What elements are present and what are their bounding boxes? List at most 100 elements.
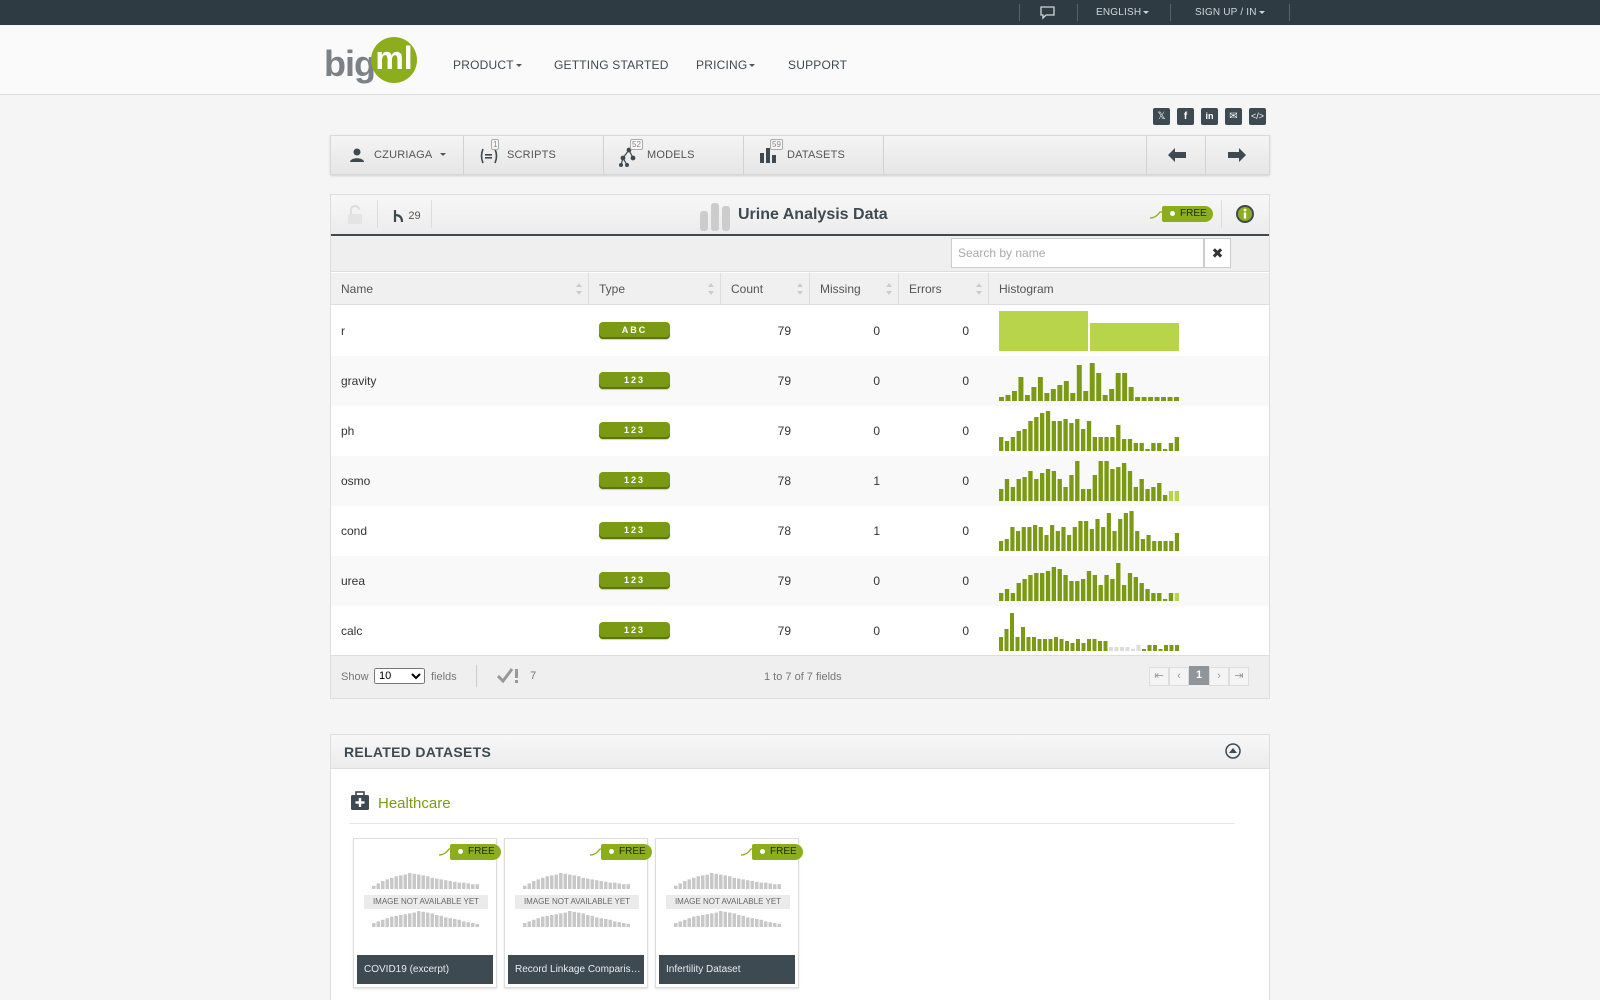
search-row: ✖ [331, 236, 1269, 272]
nav-support[interactable]: SUPPORT [788, 58, 847, 72]
histogram-bar [1140, 539, 1145, 551]
datasets-label: DATASETS [787, 149, 846, 161]
table-row[interactable]: calc 123 79 0 0 [331, 606, 1269, 656]
table-row[interactable]: gravity 123 79 0 0 [331, 356, 1269, 406]
placeholder-bar [746, 917, 750, 927]
placeholder-bar [674, 885, 678, 889]
field-errors: 0 [962, 524, 969, 538]
facebook-icon[interactable]: f [1177, 108, 1194, 125]
column-count-label: Count [731, 282, 764, 296]
x-icon[interactable]: 𝕏 [1153, 108, 1170, 125]
nav-getting-started[interactable]: GETTING STARTED [554, 58, 669, 72]
caret-down-icon [749, 64, 756, 68]
histogram-chart[interactable] [999, 461, 1179, 501]
collapse-icon[interactable] [1225, 743, 1241, 759]
field-count: 79 [777, 424, 791, 438]
histogram-chart[interactable] [999, 411, 1179, 451]
table-row[interactable]: r ABC 79 0 0 [331, 306, 1269, 356]
histogram-bar [1158, 649, 1163, 651]
histogram-chart[interactable] [999, 561, 1179, 601]
column-type[interactable]: Type [589, 273, 721, 305]
related-dataset-card[interactable]: FREE IMAGE NOT AVAILABLE YET Record Linkag… [504, 838, 652, 988]
histogram-bar [1057, 385, 1063, 401]
page-size-select[interactable]: 10 [374, 668, 425, 684]
histogram-bar [1004, 589, 1010, 601]
toolbar-models[interactable]: 52 MODELS [604, 136, 744, 174]
datasets-count: 59 [770, 139, 783, 150]
placeholder-bar [768, 922, 772, 927]
histogram-bar [1063, 419, 1068, 451]
histogram-chart[interactable] [999, 611, 1179, 651]
related-dataset-card[interactable]: FREE IMAGE NOT AVAILABLE YET COVID19 (exce… [353, 838, 501, 988]
placeholder-bar [732, 913, 736, 927]
separator [1170, 4, 1171, 21]
embed-icon[interactable]: </> [1249, 108, 1266, 125]
placeholder-bar [608, 882, 612, 889]
column-count[interactable]: Count [721, 273, 810, 305]
nav-product[interactable]: PRODUCT [453, 58, 522, 72]
placeholder-bar [604, 881, 608, 889]
histogram-bar [1106, 513, 1111, 551]
column-name[interactable]: Name [331, 273, 589, 305]
histogram-bar [1080, 489, 1086, 501]
toolbar-datasets[interactable]: 59 DATASETS [744, 136, 884, 174]
histogram-chart[interactable] [999, 311, 1179, 351]
price-tag-label: FREE [619, 846, 646, 857]
histogram-bar [1152, 541, 1157, 551]
forks-counter[interactable]: 29 [393, 208, 421, 223]
histogram-bar [1004, 539, 1009, 551]
table-row[interactable]: osmo 123 78 1 0 [331, 456, 1269, 506]
table-row[interactable]: ph 123 79 0 0 [331, 406, 1269, 456]
field-errors: 0 [962, 474, 969, 488]
histogram-chart[interactable] [999, 361, 1179, 401]
chat-icon[interactable] [1039, 5, 1056, 23]
placeholder-bar [462, 921, 466, 927]
category-title[interactable]: Healthcare [378, 795, 451, 812]
placeholder-bar [777, 923, 781, 927]
language-menu[interactable]: ENGLISH [1096, 7, 1150, 18]
back-button[interactable] [1146, 136, 1206, 174]
prev-page-button[interactable]: ‹ [1169, 667, 1189, 686]
histogram-bar [1110, 469, 1115, 501]
placeholder-bar [701, 875, 705, 889]
histogram-bar [1116, 467, 1121, 501]
placeholder-bar [399, 915, 403, 927]
next-page-button[interactable]: › [1209, 667, 1229, 686]
histogram-bar [1104, 461, 1109, 501]
column-histogram: Histogram [989, 273, 1269, 305]
signin-menu[interactable]: SIGN UP / IN [1195, 7, 1265, 18]
table-row[interactable]: urea 123 79 0 0 [331, 556, 1269, 606]
search-input[interactable] [951, 238, 1204, 268]
clear-search-button[interactable]: ✖ [1204, 238, 1231, 268]
forward-button[interactable] [1206, 136, 1269, 174]
lock-icon[interactable] [347, 204, 363, 225]
dataset-header: 29 Urine Analysis Data FREE [331, 195, 1269, 236]
last-page-button[interactable]: ⇥ [1229, 667, 1249, 686]
histogram-bar [1016, 583, 1021, 601]
warnings-toggle[interactable]: 7 [496, 667, 536, 684]
user-menu[interactable]: CZURIAGA [331, 136, 464, 174]
histogram-bar [1090, 323, 1179, 351]
field-name: gravity [341, 374, 377, 388]
placeholder-bar [412, 873, 416, 889]
linkedin-icon[interactable]: in [1201, 108, 1218, 125]
first-page-button[interactable]: ⇤ [1149, 667, 1169, 686]
placeholder-bar [403, 914, 407, 927]
column-errors[interactable]: Errors [899, 273, 989, 305]
placeholder-bar [536, 918, 540, 927]
placeholder-chart-icon [372, 911, 479, 927]
table-row[interactable]: cond 123 78 1 0 [331, 506, 1269, 556]
histogram-bar [1080, 429, 1086, 451]
column-missing[interactable]: Missing [810, 273, 899, 305]
current-page[interactable]: 1 [1189, 666, 1209, 685]
image-not-available: IMAGE NOT AVAILABLE YET [364, 895, 488, 909]
toolbar-scripts[interactable]: 1 SCRIPTS [464, 136, 604, 174]
email-icon[interactable]: ✉ [1225, 108, 1242, 125]
histogram-chart[interactable] [999, 511, 1179, 551]
related-datasets-panel: RELATED DATASETS Healthcare FREE IMAGE NO… [330, 734, 1270, 1000]
info-icon[interactable] [1235, 204, 1255, 224]
nav-pricing[interactable]: PRICING [696, 58, 756, 72]
bigml-logo[interactable]: big ml [324, 37, 424, 85]
tag-hole-icon [760, 849, 765, 854]
related-dataset-card[interactable]: FREE IMAGE NOT AVAILABLE YET Infertility D… [655, 838, 803, 988]
